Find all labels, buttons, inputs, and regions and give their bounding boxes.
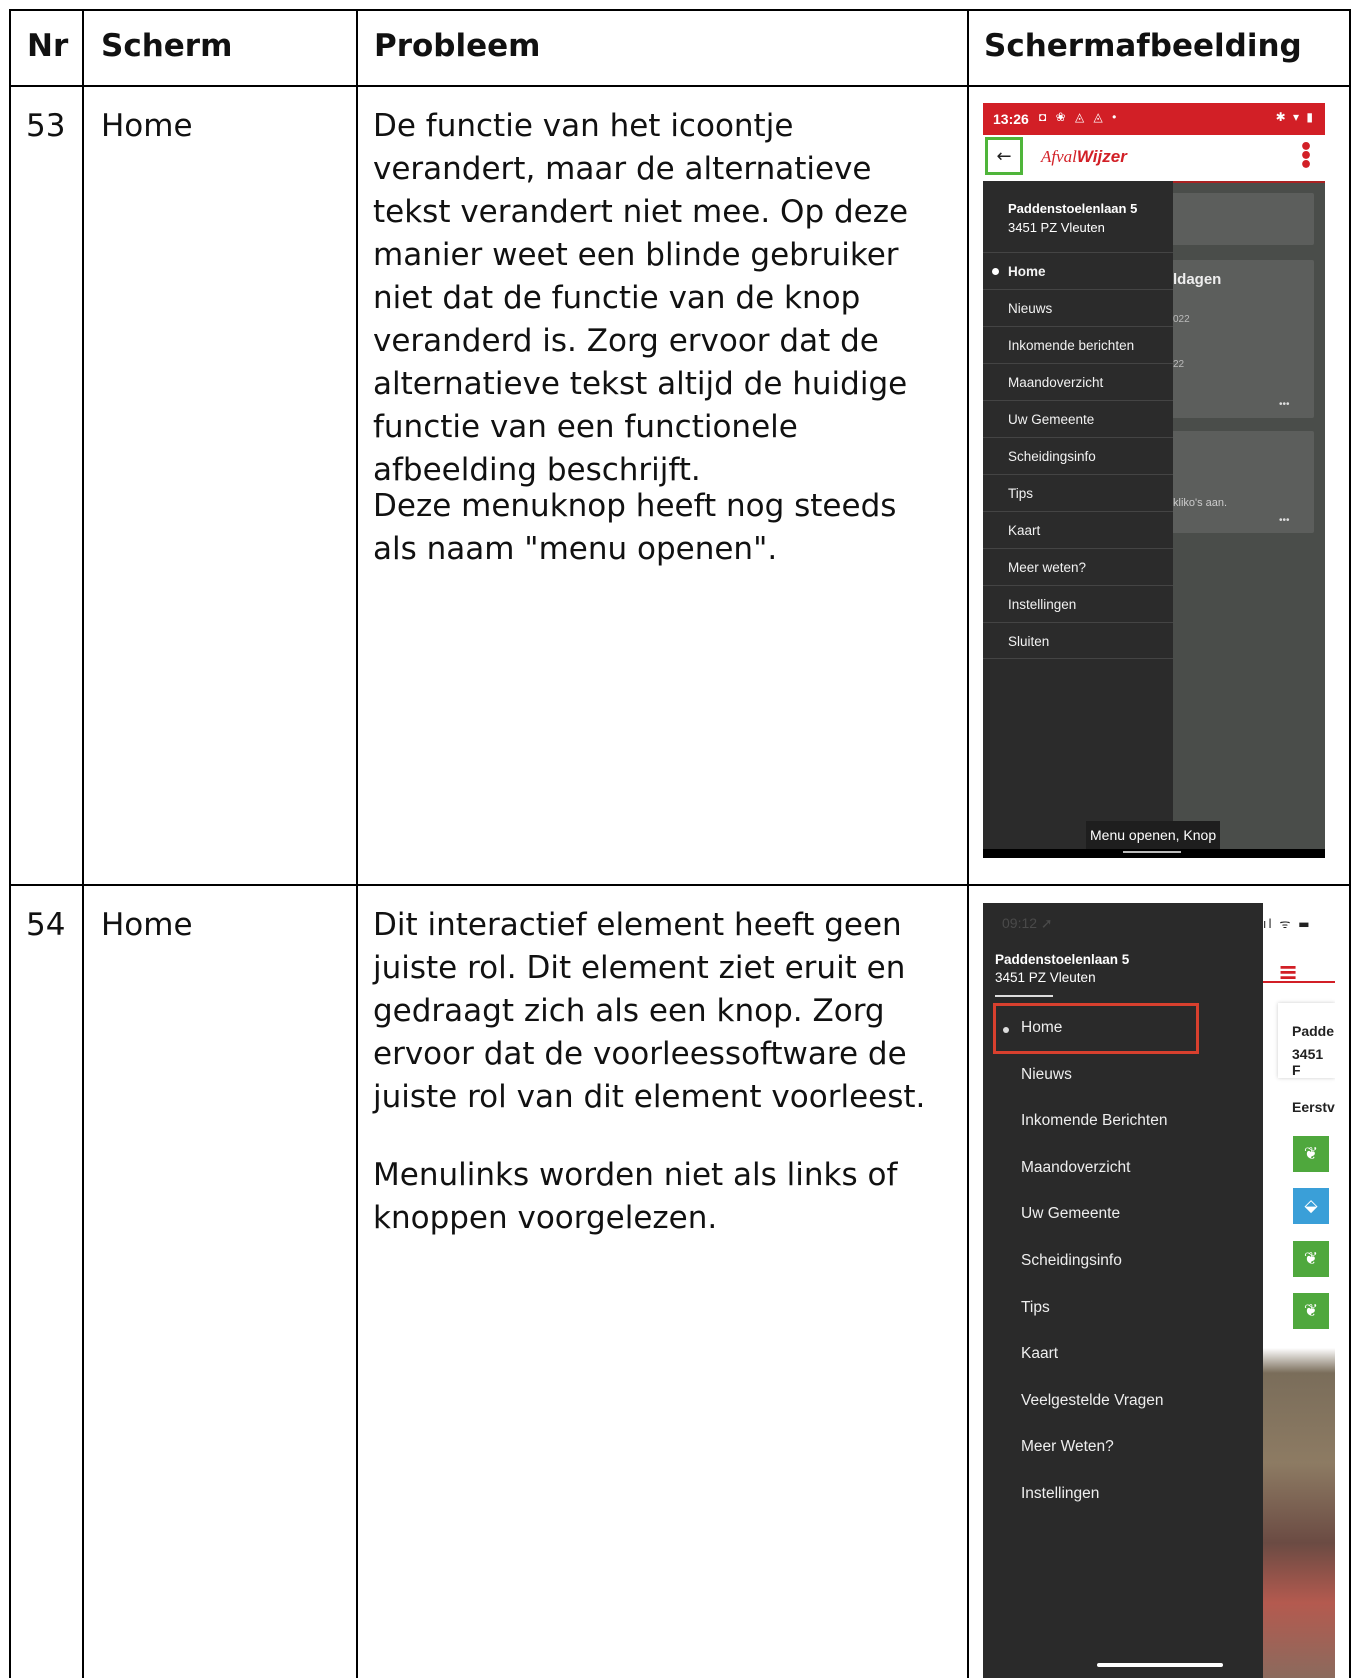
col-divider-probleem — [967, 9, 969, 1678]
address-street: Paddenstoelenlaan 5 — [995, 952, 1130, 967]
screenshot-ios-menu: ≡ Padde 3451 F Eerstv ❦ ⬙ ❦ ❦ 09:12 ➚ Pa… — [983, 903, 1335, 1678]
active-bullet-icon — [1003, 1027, 1009, 1033]
active-bullet-icon — [992, 268, 999, 275]
home-gesture-indicator — [1123, 851, 1181, 853]
header-probleem: Probleem — [374, 28, 541, 64]
address-postcode: 3451 PZ Vleuten — [1008, 220, 1105, 235]
menu-item-meer-weten[interactable]: Meer weten? — [983, 548, 1173, 585]
overflow-menu-icon[interactable]: • • • — [1299, 137, 1313, 177]
bg-card-top — [1158, 193, 1314, 245]
menu-item-uw-gemeente[interactable]: Uw Gemeente — [1021, 1205, 1120, 1223]
menu-item-scheidingsinfo[interactable]: Scheidingsinfo — [1021, 1252, 1122, 1270]
status-icons: ıl ᯤ ▬ — [1263, 917, 1312, 931]
table-top-border — [9, 9, 1351, 11]
header-scherm: Scherm — [101, 28, 233, 64]
menu-item-inkomende-berichten[interactable]: Inkomende berichten — [983, 326, 1173, 363]
hamburger-menu-icon[interactable]: ≡ — [1278, 958, 1298, 986]
header-nr: Nr — [27, 28, 69, 64]
table-right-border — [1349, 9, 1351, 1678]
col-divider-nr — [82, 9, 84, 1678]
address-street: Paddenstoelenlaan 5 — [1008, 201, 1138, 216]
menu-item-inkomende-berichten[interactable]: Inkomende Berichten — [1021, 1112, 1167, 1130]
menu-item-uw-gemeente[interactable]: Uw Gemeente — [983, 400, 1173, 437]
menu-item-kaart[interactable]: Kaart — [983, 511, 1173, 548]
status-bar: 13:26 ◘ ❀ ◬ ◬ • ✱ ▾ ▮ — [983, 103, 1325, 135]
row-54-nr: 54 — [26, 907, 66, 943]
apple-icon: ❦ — [1293, 1293, 1329, 1329]
menu-item-maandoverzicht[interactable]: Maandoverzicht — [983, 363, 1173, 400]
row-54-probleem-p2: Menulinks worden niet als links of knopp… — [373, 1157, 898, 1236]
afvalwijzer-logo: AfvalWijzer — [1041, 147, 1127, 167]
system-icons: ✱ ▾ ▮ — [1275, 110, 1315, 124]
address-postcode: 3451 PZ Vleuten — [995, 970, 1096, 985]
navigation-drawer: 09:12 ➚ Paddenstoelenlaan 5 3451 PZ Vleu… — [983, 903, 1263, 1678]
screenreader-tooltip: Menu openen, Knop — [1086, 821, 1221, 849]
bg-text-klikos: kliko's aan. — [1173, 497, 1228, 509]
notification-icons: ◘ ❀ ◬ ◬ • — [1039, 110, 1120, 124]
status-time: 13:26 — [993, 111, 1029, 127]
row-53-probleem-p2: Deze menuknop heeft nog steeds als naam … — [373, 488, 897, 567]
menu-item-maandoverzicht[interactable]: Maandoverzicht — [1021, 1159, 1130, 1177]
menu-item-nieuws[interactable]: Nieuws — [983, 289, 1173, 326]
apple-icon: ❦ — [1293, 1241, 1329, 1277]
row-54-probleem-p1: Dit interactief element heeft geen juist… — [373, 907, 926, 1115]
bg-dots-1: ••• — [1279, 399, 1290, 410]
navigation-drawer: Paddenstoelenlaan 5 3451 PZ Vleuten Home… — [983, 181, 1173, 858]
bg-text-date-2: 22 — [1173, 359, 1185, 370]
bg-dots-2: ••• — [1279, 515, 1290, 526]
drawer-address: Paddenstoelenlaan 5 3451 PZ Vleuten — [1008, 199, 1137, 237]
bg-text-date-1: 022 — [1173, 314, 1190, 325]
home-indicator — [1097, 1663, 1223, 1667]
col-divider-scherm — [356, 9, 358, 1678]
box-icon: ⬙ — [1293, 1188, 1329, 1224]
header-bottom-border — [9, 85, 1351, 87]
app-bar: ← AfvalWijzer • • • — [983, 135, 1325, 183]
screenshot-android-menu: ldagen 022 22 ••• kliko's aan. ••• 13:26… — [983, 103, 1325, 858]
menu-item-tips[interactable]: Tips — [983, 474, 1173, 511]
menu-item-sluiten[interactable]: Sluiten — [983, 622, 1173, 659]
menu-item-home[interactable]: Home — [983, 252, 1173, 289]
row-53-scherm: Home — [101, 108, 193, 144]
menu-item-instellingen[interactable]: Instellingen — [983, 585, 1173, 622]
address-underline — [995, 995, 1053, 997]
logo-wijzer: Wijzer — [1076, 147, 1127, 166]
card-address-line1: Padde — [1292, 1023, 1335, 1039]
row-53-bottom-border — [9, 884, 1351, 886]
menu-item-tips[interactable]: Tips — [1021, 1299, 1050, 1317]
back-arrow-icon[interactable]: ← — [985, 137, 1023, 175]
header-schermafbeelding: Schermafbeelding — [984, 28, 1302, 64]
drawer-address: Paddenstoelenlaan 5 3451 PZ Vleuten — [995, 951, 1129, 987]
row-53-nr: 53 — [26, 108, 66, 144]
bg-text-ophaaldagen: ldagen — [1173, 271, 1222, 288]
bg-card-bottom — [1158, 431, 1314, 533]
header-red-line — [1263, 981, 1335, 983]
menu-item-meer-weten[interactable]: Meer Weten? — [1021, 1438, 1114, 1456]
menu-item-nieuws[interactable]: Nieuws — [1021, 1066, 1072, 1084]
menu-item-scheidingsinfo[interactable]: Scheidingsinfo — [983, 437, 1173, 474]
eerstvolgende-label: Eerstv — [1292, 1099, 1335, 1115]
row-54-scherm: Home — [101, 907, 193, 943]
menu-item-instellingen[interactable]: Instellingen — [1021, 1485, 1099, 1503]
menu-item-home[interactable]: Home — [1021, 1019, 1062, 1037]
logo-afval: Afval — [1041, 147, 1077, 166]
menu-item-veelgestelde-vragen[interactable]: Veelgestelde Vragen — [1021, 1392, 1163, 1410]
status-time: 09:12 ➚ — [1002, 915, 1053, 931]
row-53-probleem-p1: De functie van het icoontje verandert, m… — [373, 108, 909, 488]
table-left-border — [9, 9, 11, 1678]
card-address-line2: 3451 F — [1292, 1046, 1324, 1078]
apple-icon: ❦ — [1293, 1136, 1329, 1172]
menu-item-kaart[interactable]: Kaart — [1021, 1345, 1058, 1363]
